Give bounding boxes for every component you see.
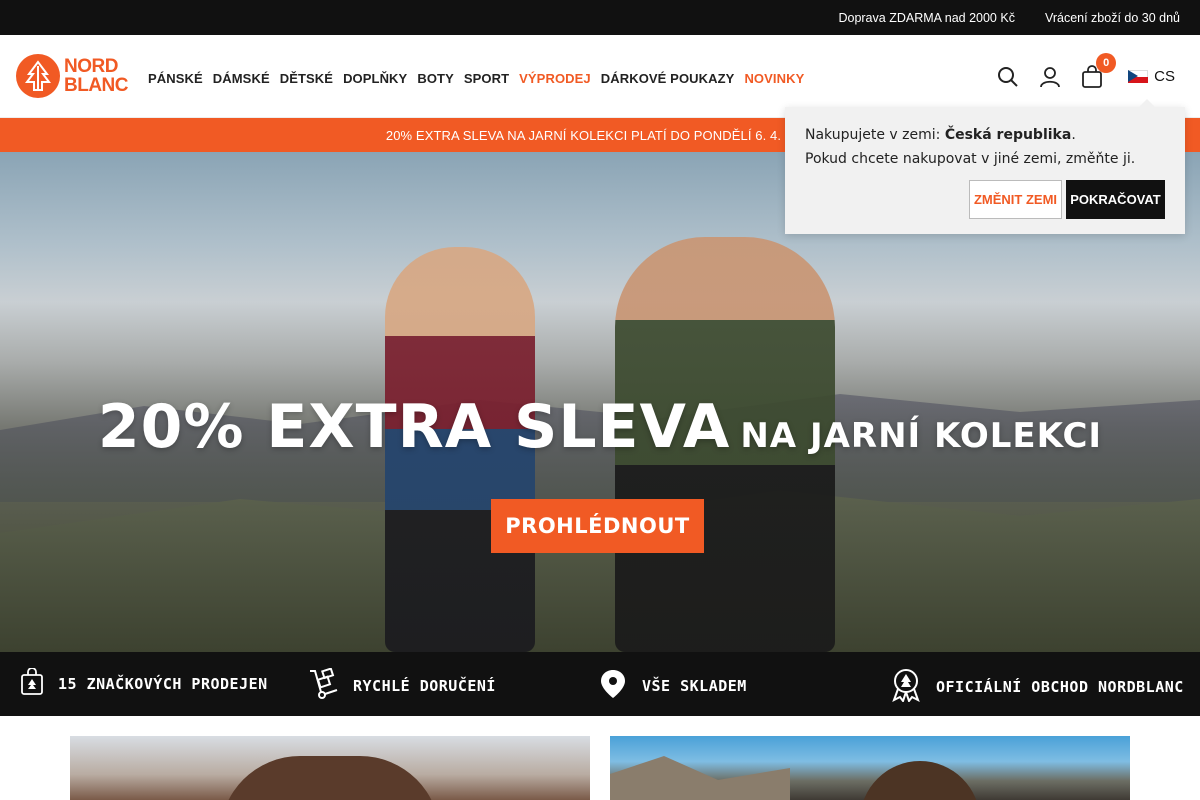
logo-text-line2: BLANC <box>64 75 129 96</box>
main-nav: PÁNSKÉ DÁMSKÉ DĚTSKÉ DOPLŇKY BOTY SPORT … <box>148 71 804 86</box>
continue-button[interactable]: POKRAČOVAT <box>1066 180 1165 219</box>
top-info-bar: Doprava ZDARMA nad 2000 Kč Vrácení zboží… <box>0 0 1200 35</box>
feature-label: 15 ZNAČKOVÝCH PRODEJEN <box>58 675 268 693</box>
language-switcher[interactable]: CS <box>1128 68 1175 85</box>
site-header: NORD BLANC PÁNSKÉ DÁMSKÉ DĚTSKÉ DOPLŇKY … <box>0 35 1200 118</box>
nav-item-boty[interactable]: BOTY <box>417 71 454 86</box>
change-country-button[interactable]: ZMĚNIT ZEMI <box>969 180 1062 219</box>
czech-flag-icon <box>1128 70 1149 83</box>
cart-count-badge: 0 <box>1096 52 1117 73</box>
logo-text-line1: NORD <box>64 56 118 77</box>
location-pin-icon <box>598 668 628 704</box>
country-name: Česká republika <box>944 127 1072 143</box>
country-popup-line1: Nakupujete v zemi: Česká republika. <box>805 127 1076 143</box>
nav-item-sport[interactable]: SPORT <box>464 71 509 86</box>
shopping-bag-icon[interactable]: 0 <box>1080 52 1117 89</box>
category-tile-men[interactable] <box>610 736 1130 800</box>
country-popup-line2: Pokud chcete nakupovat v jiné zemi, změň… <box>805 151 1136 167</box>
nav-item-doplnky[interactable]: DOPLŇKY <box>343 71 407 86</box>
feature-label: RYCHLÉ DORUČENÍ <box>353 677 496 695</box>
feature-official: OFICIÁLNÍ OBCHOD NORDBLANC <box>890 668 1184 706</box>
hero-title: 20% EXTRA SLEVA NA JARNÍ KOLEKCI <box>0 392 1200 462</box>
badge-icon <box>890 668 922 706</box>
feature-label: OFICIÁLNÍ OBCHOD NORDBLANC <box>936 678 1184 696</box>
feature-label: VŠE SKLADEM <box>642 677 747 695</box>
search-icon[interactable] <box>996 65 1020 89</box>
features-bar: 15 ZNAČKOVÝCH PRODEJEN RYCHLÉ DORUČENÍ V… <box>0 652 1200 716</box>
nav-item-vyprodej[interactable]: VÝPRODEJ <box>519 71 591 86</box>
user-icon[interactable] <box>1038 65 1062 89</box>
nav-item-panske[interactable]: PÁNSKÉ <box>148 71 203 86</box>
promo-text: 20% EXTRA SLEVA NA JARNÍ KOLEKCI PLATÍ D… <box>385 127 815 143</box>
hand-truck-icon <box>307 667 339 704</box>
store-bag-icon <box>20 667 44 700</box>
hero-cta-button[interactable]: PROHLÉDNOUT <box>491 499 704 553</box>
hero-title-big: 20% EXTRA SLEVA <box>97 392 731 462</box>
feature-stock: VŠE SKLADEM <box>598 668 747 704</box>
language-code: CS <box>1154 68 1175 85</box>
shipping-info-link[interactable]: Doprava ZDARMA nad 2000 Kč <box>838 11 1014 25</box>
nav-item-novinky[interactable]: NOVINKY <box>744 71 804 86</box>
tree-logo-icon <box>16 54 60 98</box>
hero-title-small: NA JARNÍ KOLEKCI <box>740 416 1103 456</box>
feature-stores: 15 ZNAČKOVÝCH PRODEJEN <box>20 667 268 700</box>
category-tile-women[interactable] <box>70 736 590 800</box>
nav-item-darkove-poukazy[interactable]: DÁRKOVÉ POUKAZY <box>601 71 735 86</box>
nav-item-damske[interactable]: DÁMSKÉ <box>213 71 270 86</box>
returns-info-link[interactable]: Vrácení zboží do 30 dnů <box>1045 11 1180 25</box>
country-popup: Nakupujete v zemi: Česká republika. Poku… <box>785 99 1185 234</box>
feature-delivery: RYCHLÉ DORUČENÍ <box>307 667 496 704</box>
logo[interactable]: NORD BLANC <box>16 54 138 98</box>
category-tiles <box>0 716 1200 800</box>
nav-item-detske[interactable]: DĚTSKÉ <box>280 71 333 86</box>
